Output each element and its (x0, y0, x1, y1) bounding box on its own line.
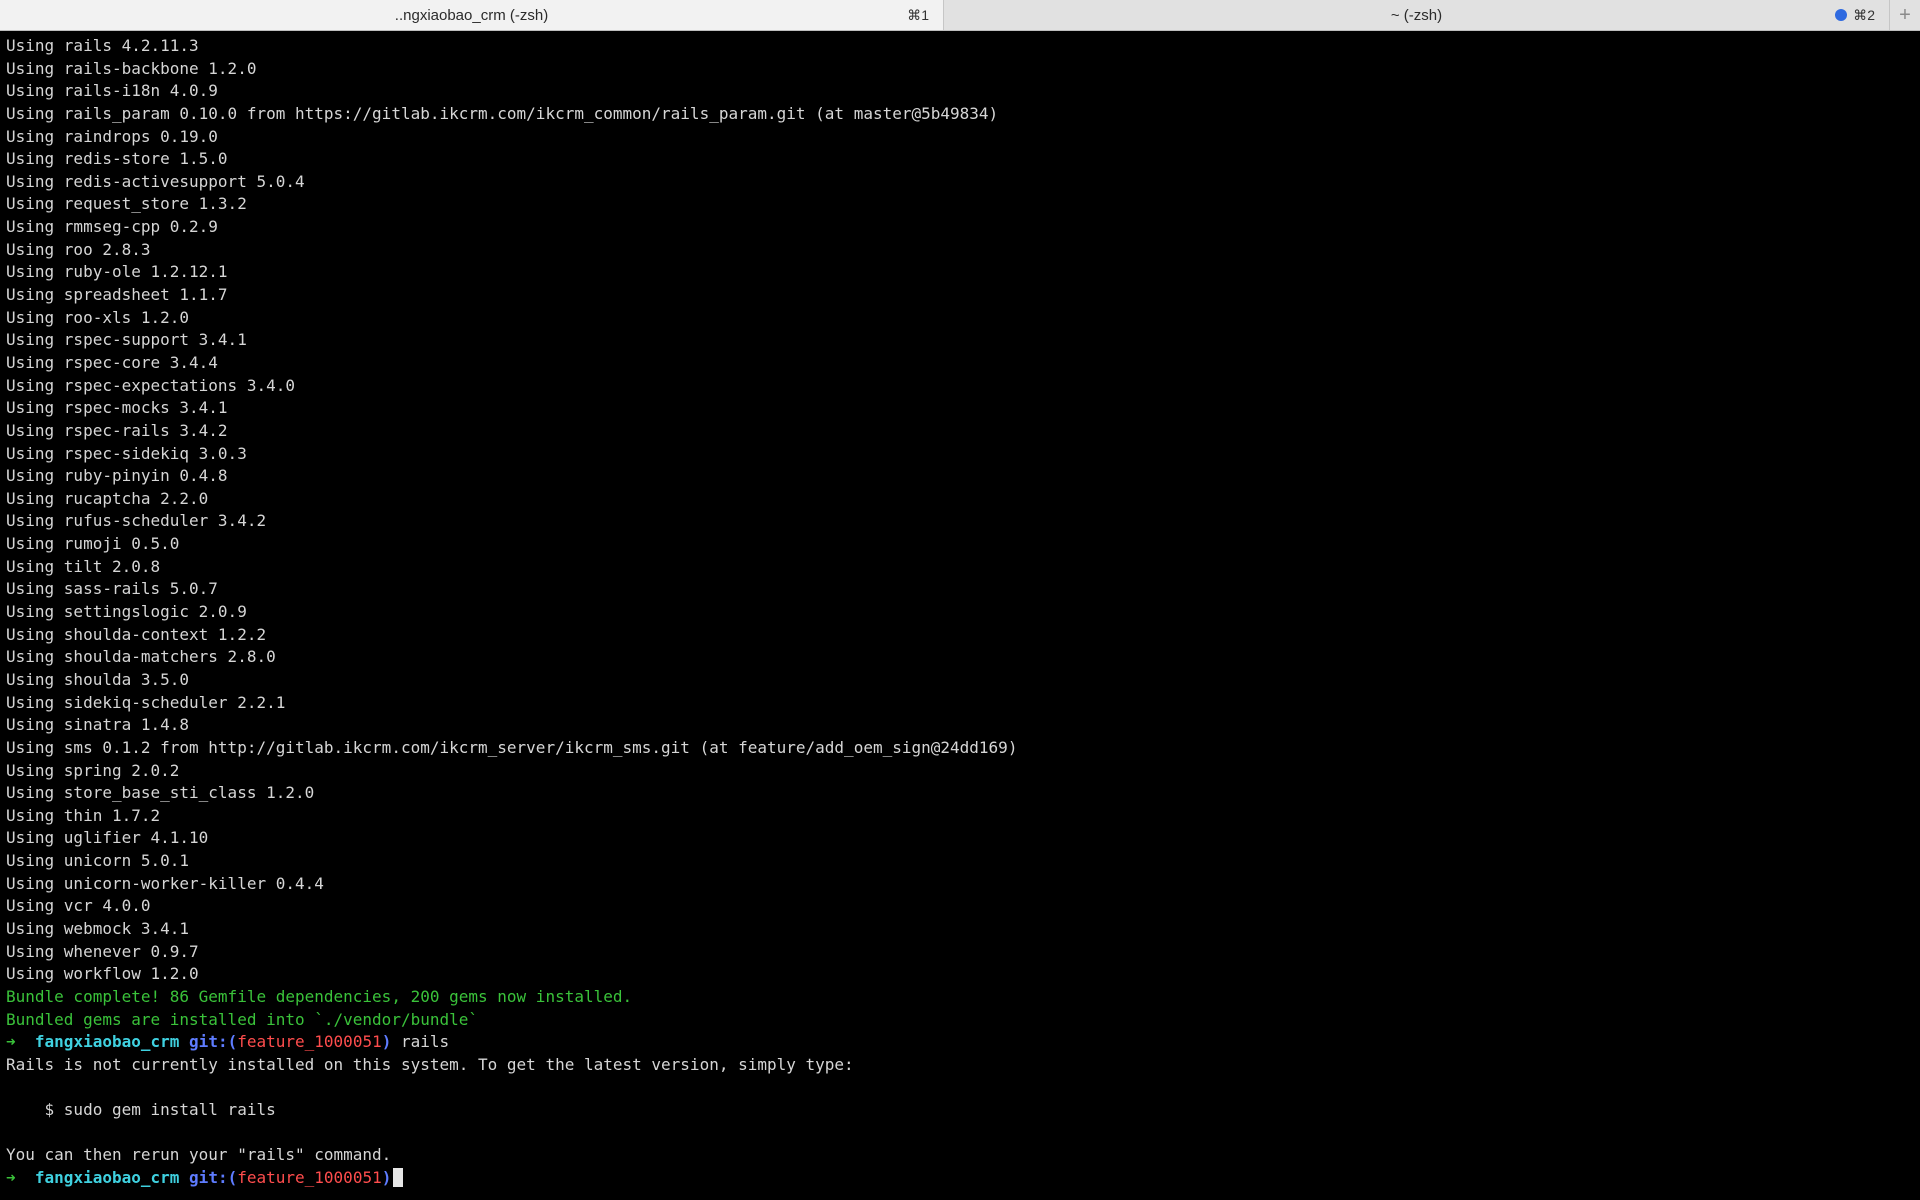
prompt-paren-open: ( (227, 1032, 238, 1052)
prompt-branch: feature_1000051 (237, 1032, 382, 1052)
output-line: Using sinatra 1.4.8 (6, 715, 190, 735)
output-line: Using whenever 0.9.7 (6, 941, 199, 961)
prompt-git-label: git: (189, 1168, 228, 1188)
output-line: Using vcr 4.0.0 (6, 896, 151, 916)
prompt-paren-close: ) (381, 1032, 392, 1052)
prompt-arrow-icon: ➜ (6, 1032, 16, 1052)
output-line: Using sms 0.1.2 from http://gitlab.ikcrm… (6, 737, 1018, 757)
output-line: Using rspec-expectations 3.4.0 (6, 375, 295, 395)
output-line: Using rufus-scheduler 3.4.2 (6, 511, 267, 531)
activity-dot-icon (1835, 9, 1848, 21)
output-line: Using thin 1.7.2 (6, 805, 161, 825)
active-prompt-line[interactable]: ➜ fangxiaobao_crm git:(feature_1000051) (6, 1167, 1920, 1190)
output-line: Using rspec-mocks 3.4.1 (6, 398, 228, 418)
output-line: Using rails-i18n 4.0.9 (6, 81, 218, 101)
output-line: Using request_store 1.3.2 (6, 194, 247, 214)
output-line: Using rucaptcha 2.2.0 (6, 488, 209, 508)
tab-2-shortcut-label: ⌘2 (1853, 6, 1875, 23)
output-line: Using unicorn 5.0.1 (6, 851, 190, 871)
text-cursor (393, 1168, 404, 1188)
output-line: Using rails-backbone 1.2.0 (6, 58, 257, 78)
prompt-branch: feature_1000051 (237, 1168, 382, 1188)
output-line: Using rmmseg-cpp 0.2.9 (6, 217, 218, 237)
tab-1-shortcut-label: ⌘1 (907, 6, 929, 23)
output-line: Using ruby-pinyin 0.4.8 (6, 466, 228, 486)
tab-1-title: ..ngxiaobao_crm (-zsh) (394, 6, 549, 24)
output-line: Using tilt 2.0.8 (6, 556, 161, 576)
bundle-complete-line: Bundle complete! 86 Gemfile dependencies… (6, 986, 633, 1006)
prompt-dir: fangxiaobao_crm (34, 1032, 180, 1052)
new-tab-button[interactable]: + (1889, 0, 1920, 30)
terminal-output[interactable]: Using rails 4.2.11.3 Using rails-backbone… (0, 31, 1920, 1200)
bundled-into-line: Bundled gems are installed into `./vendo… (6, 1009, 479, 1029)
gem-list: Using rails 4.2.11.3 Using rails-backbone… (6, 35, 1920, 986)
tab-2[interactable]: ~ (-zsh) ⌘2 (943, 0, 1889, 30)
rails-message-line: Rails is not currently installed on this… (6, 1054, 854, 1074)
output-line: Using rails_param 0.10.0 from https://gi… (6, 103, 999, 123)
tab-1-shortcut: ⌘1 (907, 0, 929, 30)
output-line: Using rspec-support 3.4.1 (6, 330, 247, 350)
output-line: Using rumoji 0.5.0 (6, 534, 180, 554)
output-line: Using roo-xls 1.2.0 (6, 307, 190, 327)
output-line: Using sidekiq-scheduler 2.2.1 (6, 692, 286, 712)
prompt-arrow-icon: ➜ (6, 1168, 16, 1188)
output-line: Using store_base_sti_class 1.2.0 (6, 783, 315, 803)
install-hint-line: $ sudo gem install rails (6, 1100, 276, 1120)
terminal-window: ..ngxiaobao_crm (-zsh) ⌘1 ~ (-zsh) ⌘2 + … (0, 0, 1920, 1200)
output-line: Using workflow 1.2.0 (6, 964, 199, 984)
plus-icon: + (1899, 3, 1911, 26)
output-line: Using rspec-sidekiq 3.0.3 (6, 443, 247, 463)
output-line: Using shoulda-context 1.2.2 (6, 624, 267, 644)
output-line: Using unicorn-worker-killer 0.4.4 (6, 873, 324, 893)
output-line: Using uglifier 4.1.10 (6, 828, 209, 848)
output-line: Using sass-rails 5.0.7 (6, 579, 218, 599)
output-line: Using raindrops 0.19.0 (6, 126, 218, 146)
output-line: Using spring 2.0.2 (6, 760, 180, 780)
output-line: Using webmock 3.4.1 (6, 918, 190, 938)
tab-2-title: ~ (-zsh) (1390, 6, 1443, 24)
prompt-dir: fangxiaobao_crm (34, 1168, 180, 1188)
command-text: rails (401, 1032, 450, 1052)
output-line: Using rspec-rails 3.4.2 (6, 420, 228, 440)
output-line: Using roo 2.8.3 (6, 239, 151, 259)
tab-2-shortcut: ⌘2 (1835, 0, 1875, 30)
output-line: Using ruby-ole 1.2.12.1 (6, 262, 228, 282)
output-line: Using spreadsheet 1.1.7 (6, 285, 228, 305)
output-line: Using shoulda 3.5.0 (6, 669, 190, 689)
prompt-line: ➜ fangxiaobao_crm git:(feature_1000051) … (6, 1031, 1920, 1054)
rerun-message-line: You can then rerun your "rails" command. (6, 1145, 392, 1165)
output-line: Using rails 4.2.11.3 (6, 36, 199, 55)
prompt-git-label: git: (189, 1032, 228, 1052)
output-line: Using rspec-core 3.4.4 (6, 352, 218, 372)
output-line: Using redis-activesupport 5.0.4 (6, 171, 305, 191)
output-line: Using settingslogic 2.0.9 (6, 602, 247, 622)
output-line: Using redis-store 1.5.0 (6, 149, 228, 169)
output-line: Using shoulda-matchers 2.8.0 (6, 647, 276, 667)
prompt-paren-open: ( (227, 1168, 238, 1188)
tab-1[interactable]: ..ngxiaobao_crm (-zsh) ⌘1 (0, 0, 943, 30)
tab-bar: ..ngxiaobao_crm (-zsh) ⌘1 ~ (-zsh) ⌘2 + (0, 0, 1920, 31)
prompt-paren-close: ) (381, 1168, 392, 1188)
